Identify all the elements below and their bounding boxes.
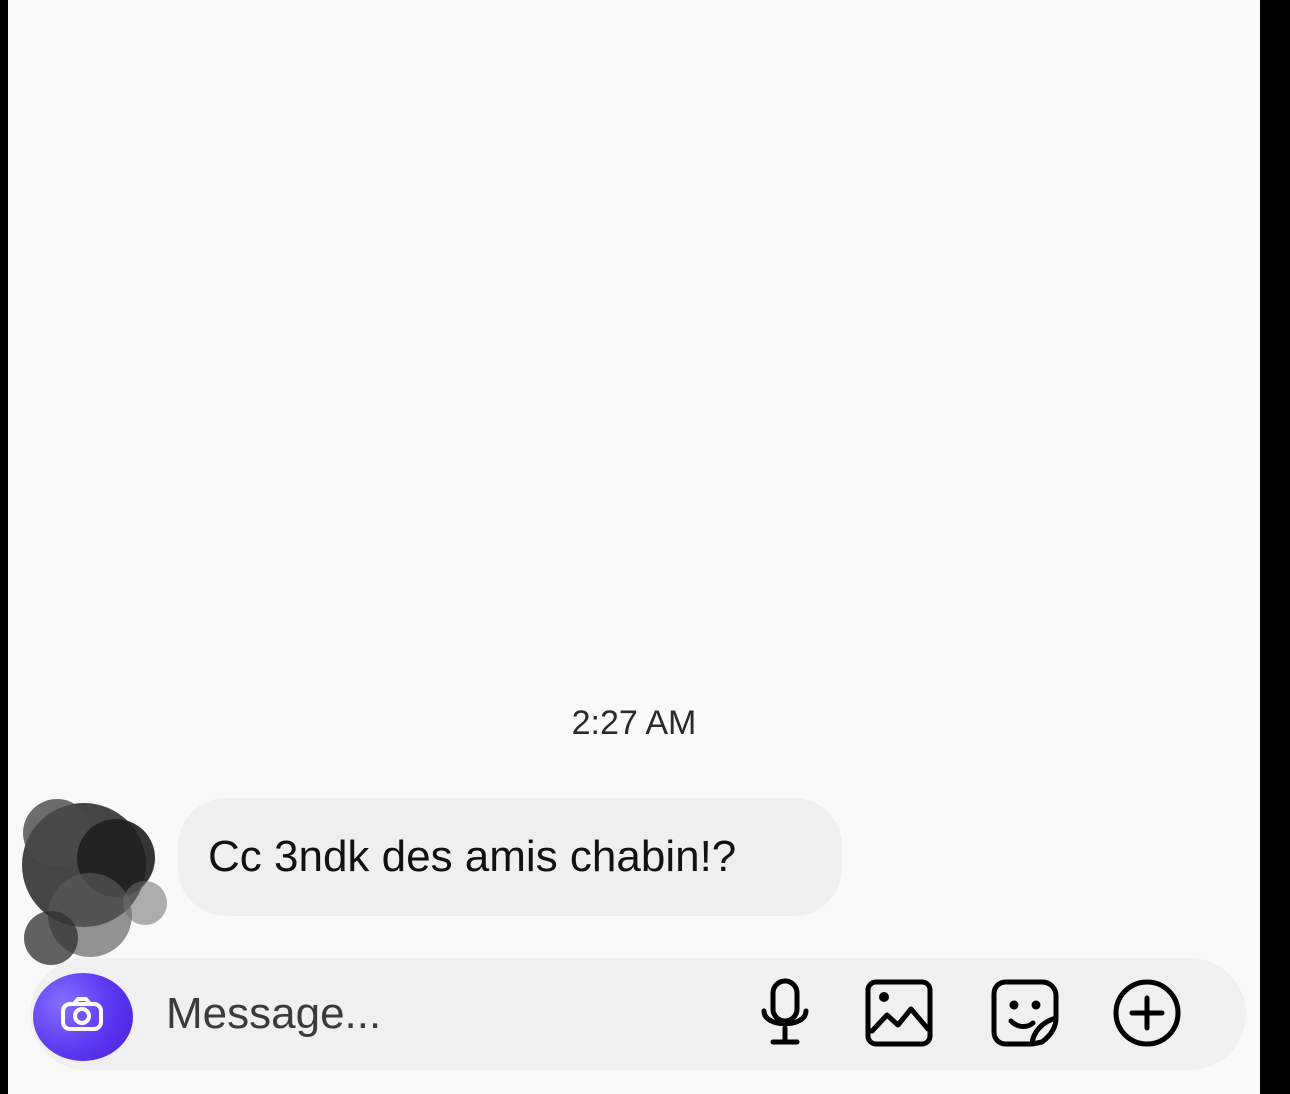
incoming-message-bubble[interactable]: Cc 3ndk des amis chabin!? xyxy=(178,798,842,916)
camera-icon xyxy=(61,997,103,1031)
message-timestamp: 2:27 AM xyxy=(571,704,697,742)
contact-avatar[interactable] xyxy=(10,775,182,980)
camera-button[interactable] xyxy=(33,973,133,1061)
avatar-image xyxy=(22,799,167,965)
message-text: Cc 3ndk des amis chabin!? xyxy=(208,832,737,881)
chat-screen: 2:27 AM Cc 3ndk des amis chabin!? xyxy=(8,0,1260,1094)
message-input[interactable] xyxy=(164,978,668,1050)
sticker-icon[interactable] xyxy=(988,976,1062,1050)
plus-icon[interactable] xyxy=(1110,976,1184,1050)
gallery-icon[interactable] xyxy=(862,976,936,1050)
microphone-icon[interactable] xyxy=(748,976,822,1050)
